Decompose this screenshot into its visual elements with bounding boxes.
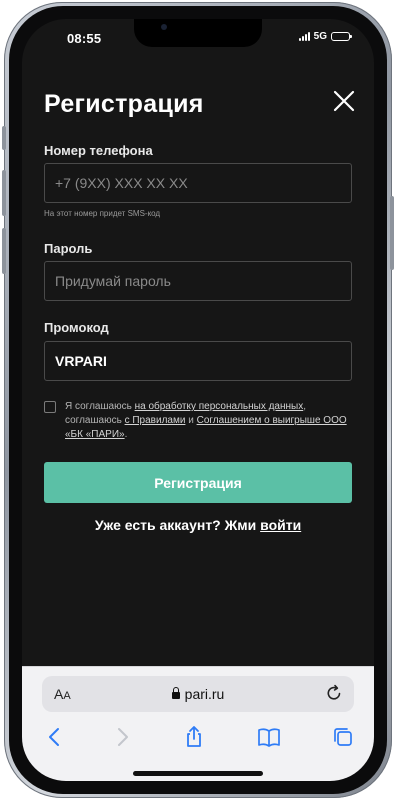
signal-icon	[298, 32, 310, 41]
phone-hint: На этот номер придет SMS-код	[44, 209, 161, 218]
forward-icon	[118, 728, 128, 746]
camera-icon	[161, 24, 167, 30]
page-title: Регистрация	[44, 90, 204, 118]
agreement-checkbox[interactable]	[44, 401, 56, 413]
battery-icon	[331, 32, 352, 41]
status-indicators: 5G	[298, 31, 352, 42]
share-icon	[187, 726, 201, 747]
url-display: pari.ru	[42, 686, 354, 702]
lock-icon	[171, 687, 180, 699]
close-button[interactable]	[333, 90, 355, 112]
phone-label: Номер телефона	[44, 143, 153, 158]
share-button[interactable]	[182, 725, 206, 749]
network-type: 5G	[313, 31, 327, 42]
personal-data-link[interactable]: на обработку персональных данных	[135, 401, 304, 412]
bookmarks-button[interactable]	[257, 725, 281, 749]
action-button	[2, 126, 6, 150]
browser-toolbar: AA pari.ru	[22, 666, 374, 781]
tabs-icon	[334, 728, 352, 746]
reload-icon	[327, 684, 341, 700]
address-bar[interactable]: AA pari.ru	[42, 676, 354, 712]
password-label: Пароль	[44, 241, 93, 256]
rules-link[interactable]: с Правилами	[125, 415, 186, 426]
promo-label: Промокод	[44, 320, 109, 335]
password-input[interactable]	[44, 261, 352, 301]
notch	[134, 19, 262, 47]
home-indicator	[133, 771, 263, 776]
power-button	[390, 196, 394, 270]
login-link[interactable]: войти	[260, 517, 301, 533]
agreement-row: Я соглашаюсь на обработку персональных д…	[44, 400, 354, 442]
phone-input[interactable]	[44, 163, 352, 203]
reload-button[interactable]	[324, 683, 344, 703]
close-icon	[333, 90, 355, 112]
screen: 08:55 5G Регистрация Номер телефона На э…	[22, 19, 374, 781]
promo-input[interactable]	[44, 341, 352, 381]
login-prompt: Уже есть аккаунт? Жми войти	[94, 517, 302, 533]
register-button[interactable]: Регистрация	[44, 462, 352, 503]
status-time: 08:55	[67, 31, 102, 46]
volume-up-button	[2, 170, 6, 216]
back-button[interactable]	[43, 725, 67, 749]
bookmarks-icon	[258, 728, 280, 747]
agreement-text: Я соглашаюсь на обработку персональных д…	[65, 401, 347, 440]
tabs-button[interactable]	[331, 725, 355, 749]
back-icon	[49, 728, 59, 746]
volume-down-button	[2, 228, 6, 274]
forward-button[interactable]	[110, 725, 134, 749]
